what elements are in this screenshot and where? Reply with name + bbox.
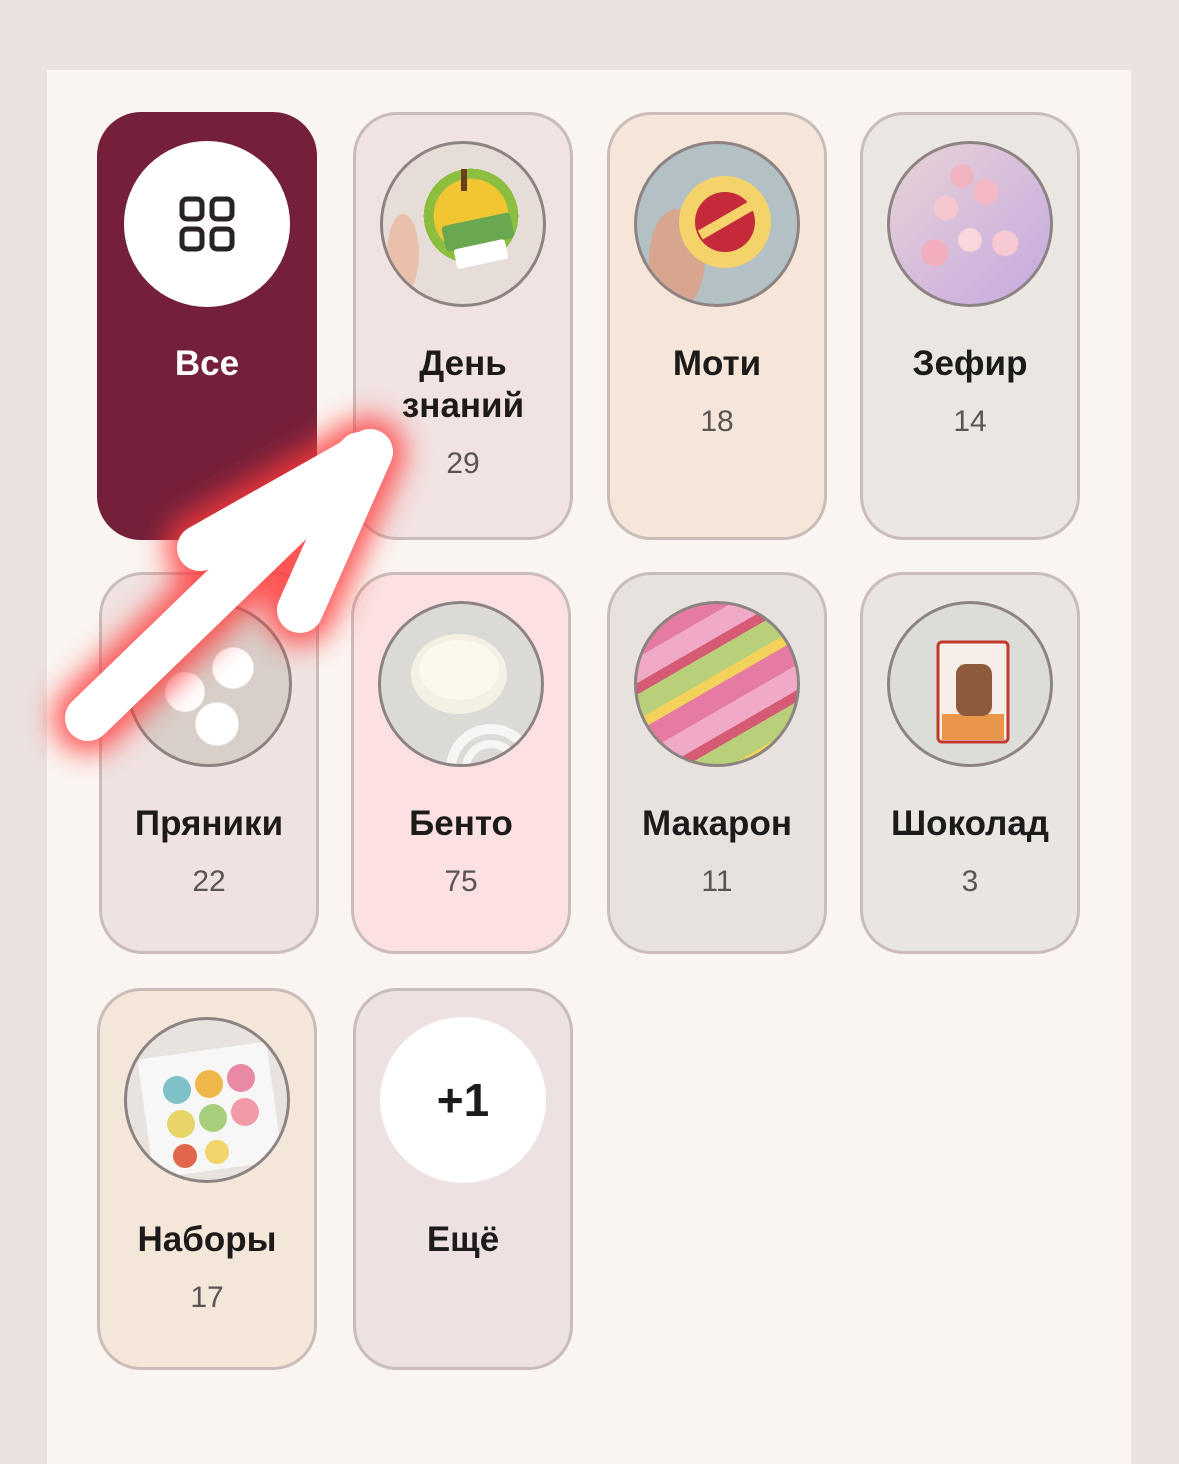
category-card-mochi[interactable]: Моти 18: [607, 112, 827, 540]
chocolate-photo: [887, 601, 1053, 767]
category-card-chocolate[interactable]: Шоколад 3: [860, 572, 1080, 954]
category-count: 14: [953, 405, 987, 438]
apple-cookie-photo: [380, 141, 546, 307]
category-label: Наборы: [137, 1220, 277, 1259]
grid-icon: [179, 196, 235, 252]
category-label: Шоколад: [890, 804, 1050, 843]
category-card-bento[interactable]: Бенто 75: [351, 572, 571, 954]
category-label: Зефир: [912, 344, 1028, 383]
category-count: 11: [701, 865, 733, 898]
category-label: Бенто: [409, 804, 513, 843]
zephyr-bouquet-photo: [887, 141, 1053, 307]
mochi-photo: [634, 141, 800, 307]
category-label: День знаний: [401, 344, 525, 425]
category-card-gingerbread[interactable]: Пряники 22: [99, 572, 319, 954]
category-card-zephyr[interactable]: Зефир 14: [860, 112, 1080, 540]
category-card-sets[interactable]: Наборы 17: [97, 988, 317, 1370]
grid-icon-circle: [124, 141, 290, 307]
category-card-more[interactable]: +1 Ещё: [353, 988, 573, 1370]
category-count: 29: [446, 447, 480, 480]
more-count: +1: [436, 1074, 490, 1126]
mochi-illustration: [649, 176, 771, 304]
category-label: Пряники: [134, 804, 284, 843]
apple-cookie-illustration: [387, 169, 515, 294]
category-count: 3: [961, 865, 979, 898]
category-label: Макарон: [642, 804, 792, 843]
category-card-macarons[interactable]: Макарон 11: [607, 572, 827, 954]
category-card-knowledge-day[interactable]: День знаний 29: [353, 112, 573, 540]
gingerbread-photo: [126, 601, 292, 767]
bento-cake-illustration: [411, 634, 536, 764]
category-count: 75: [444, 865, 478, 898]
chocolate-illustration: [936, 640, 1010, 744]
category-count: 18: [700, 405, 734, 438]
gift-set-photo: [124, 1017, 290, 1183]
bento-cake-photo: [378, 601, 544, 767]
macarons-photo: [634, 601, 800, 767]
category-card-all[interactable]: Все: [97, 112, 317, 540]
category-label: Моти: [672, 344, 762, 383]
more-badge: +1: [380, 1017, 546, 1183]
gift-set-illustration: [138, 1042, 282, 1178]
category-count: 17: [190, 1281, 224, 1314]
category-label: Все: [174, 344, 240, 383]
category-label: Ещё: [426, 1220, 500, 1259]
category-count: 22: [192, 865, 226, 898]
